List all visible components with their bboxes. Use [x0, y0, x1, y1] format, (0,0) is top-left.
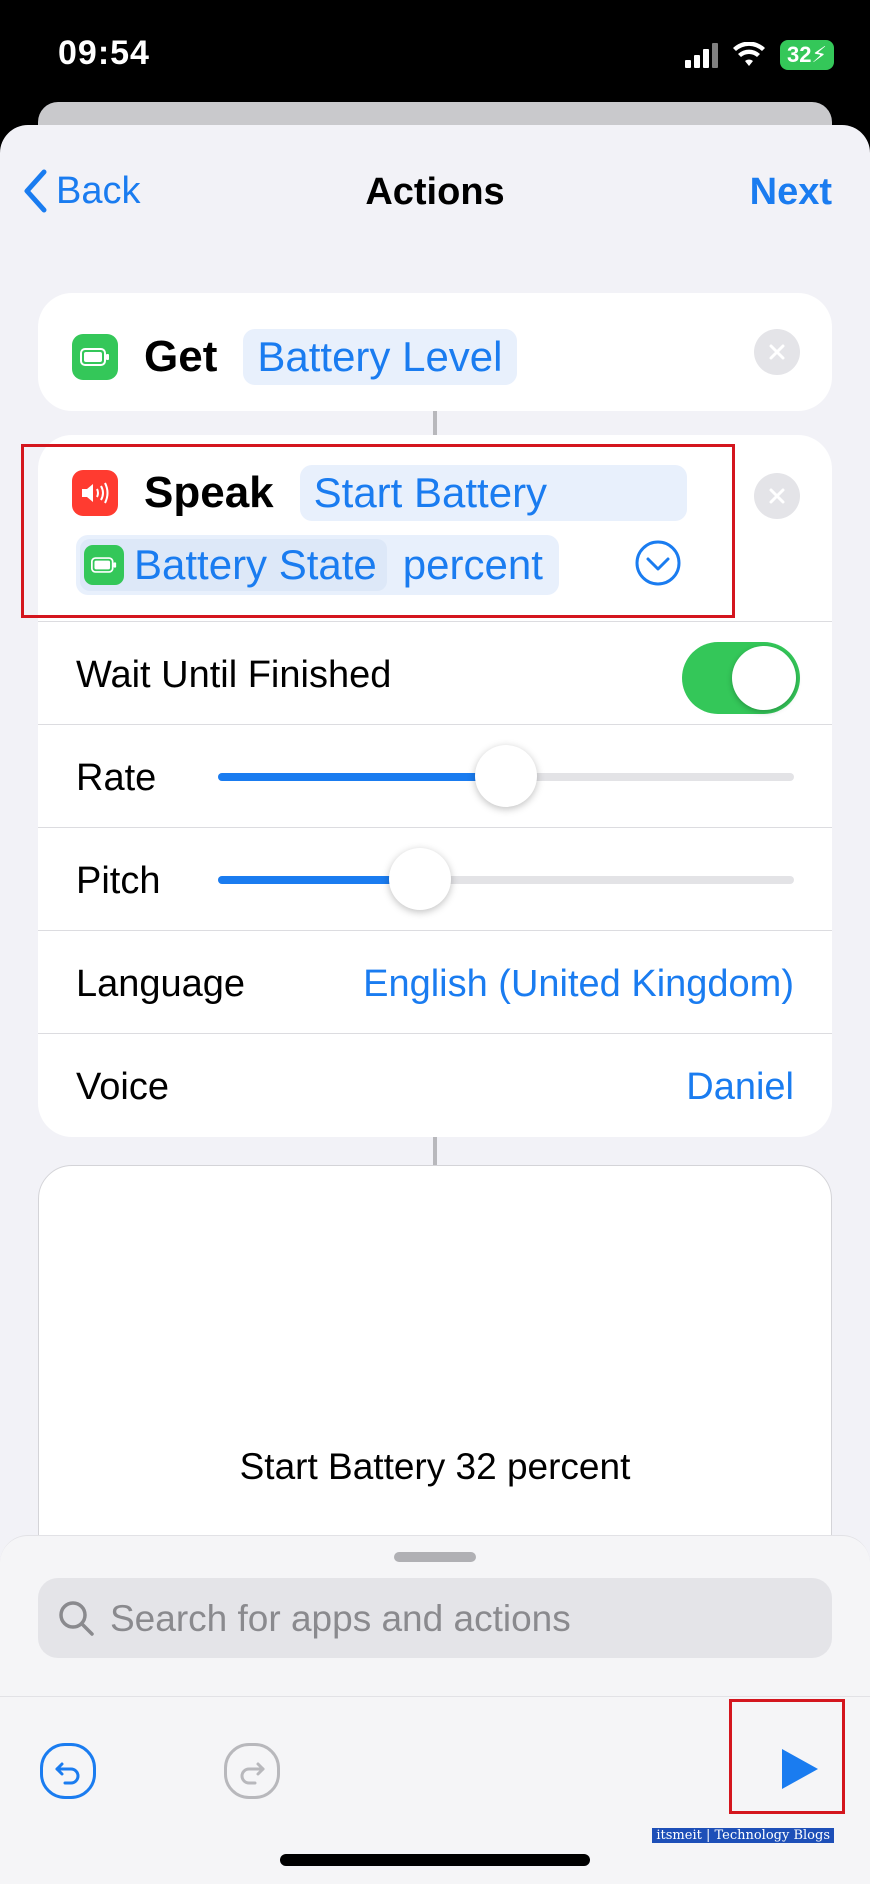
- speak-text-suffix[interactable]: percent: [403, 541, 543, 589]
- charging-bolt-icon: ⚡: [811, 42, 827, 67]
- status-bar: 09:54 32⚡: [0, 0, 870, 110]
- language-row[interactable]: Language English (United Kingdom): [38, 930, 832, 1033]
- wait-until-finished-toggle[interactable]: [682, 642, 800, 714]
- navigation-bar: Back Actions Next: [0, 125, 870, 255]
- slider-fill: [218, 773, 506, 781]
- battery-level-parameter[interactable]: Battery Level: [243, 329, 517, 385]
- action-connector: [433, 1137, 437, 1165]
- pitch-label: Pitch: [76, 860, 161, 902]
- next-button[interactable]: Next: [750, 171, 832, 214]
- wait-label: Wait Until Finished: [76, 654, 392, 696]
- search-field[interactable]: Search for apps and actions: [38, 1578, 832, 1658]
- run-button[interactable]: [774, 1745, 822, 1798]
- action-connector: [433, 411, 437, 435]
- actions-sheet: Back Actions Next Get Battery Level Spea…: [0, 125, 870, 1884]
- panel-grabber[interactable]: [394, 1552, 476, 1562]
- rate-slider[interactable]: [218, 745, 794, 807]
- play-icon: [782, 1749, 818, 1789]
- run-result-card: Start Battery 32 percent: [38, 1165, 832, 1587]
- slider-thumb[interactable]: [388, 848, 451, 910]
- battery-state-variable[interactable]: Battery State: [80, 539, 387, 591]
- status-icons: 32⚡: [685, 38, 834, 72]
- battery-indicator: 32⚡: [780, 40, 834, 70]
- battery-app-icon: [84, 545, 124, 585]
- language-label: Language: [76, 963, 246, 1005]
- redo-icon: [240, 1762, 265, 1785]
- watermark: itsmeit | Technology Blogs: [652, 1828, 834, 1843]
- speaker-app-icon: [72, 470, 118, 516]
- battery-state-label: Battery State: [134, 541, 377, 588]
- remove-action-button[interactable]: [754, 473, 800, 519]
- speak-action: Speak Start Battery Battery State percen…: [38, 435, 832, 1137]
- speak-verb: Speak: [144, 468, 274, 517]
- get-battery-level-action[interactable]: Get Battery Level: [38, 293, 832, 411]
- cellular-signal-icon: [685, 42, 718, 68]
- pitch-row: Pitch: [38, 827, 832, 930]
- chevron-down-circle-icon: [635, 540, 681, 586]
- speak-text-parameter[interactable]: Start Battery: [299, 465, 688, 521]
- battery-app-icon: [72, 334, 118, 380]
- home-indicator[interactable]: [280, 1854, 590, 1866]
- result-text: Start Battery 32 percent: [239, 1446, 631, 1487]
- speak-options: Wait Until Finished Rate Pitch Language: [38, 621, 832, 1136]
- wait-until-finished-row: Wait Until Finished: [38, 621, 832, 724]
- wifi-icon: [733, 42, 765, 66]
- pitch-slider[interactable]: [218, 848, 794, 910]
- close-icon: [769, 488, 785, 504]
- search-icon: [59, 1601, 94, 1636]
- clock: 09:54: [58, 34, 150, 72]
- battery-percent: 32: [787, 42, 812, 67]
- undo-icon: [55, 1762, 80, 1785]
- page-title: Actions: [365, 171, 505, 213]
- voice-label: Voice: [76, 1066, 169, 1108]
- undo-button[interactable]: [40, 1743, 96, 1799]
- voice-value[interactable]: Daniel: [686, 1066, 794, 1109]
- close-icon: [769, 344, 785, 360]
- search-placeholder: Search for apps and actions: [110, 1598, 571, 1639]
- redo-button[interactable]: [224, 1743, 280, 1799]
- remove-action-button[interactable]: [754, 329, 800, 375]
- expand-options-button[interactable]: [634, 539, 682, 592]
- toggle-knob: [732, 646, 796, 710]
- voice-row[interactable]: Voice Daniel: [38, 1033, 832, 1136]
- speak-action-header: Speak Start Battery Battery State percen…: [38, 435, 832, 621]
- rate-row: Rate: [38, 724, 832, 827]
- action-search-panel: Search for apps and actions itsmeit | Te…: [0, 1535, 870, 1884]
- get-verb: Get: [144, 332, 218, 381]
- language-value[interactable]: English (United Kingdom): [363, 963, 794, 1006]
- rate-label: Rate: [76, 757, 157, 799]
- slider-thumb[interactable]: [475, 745, 537, 807]
